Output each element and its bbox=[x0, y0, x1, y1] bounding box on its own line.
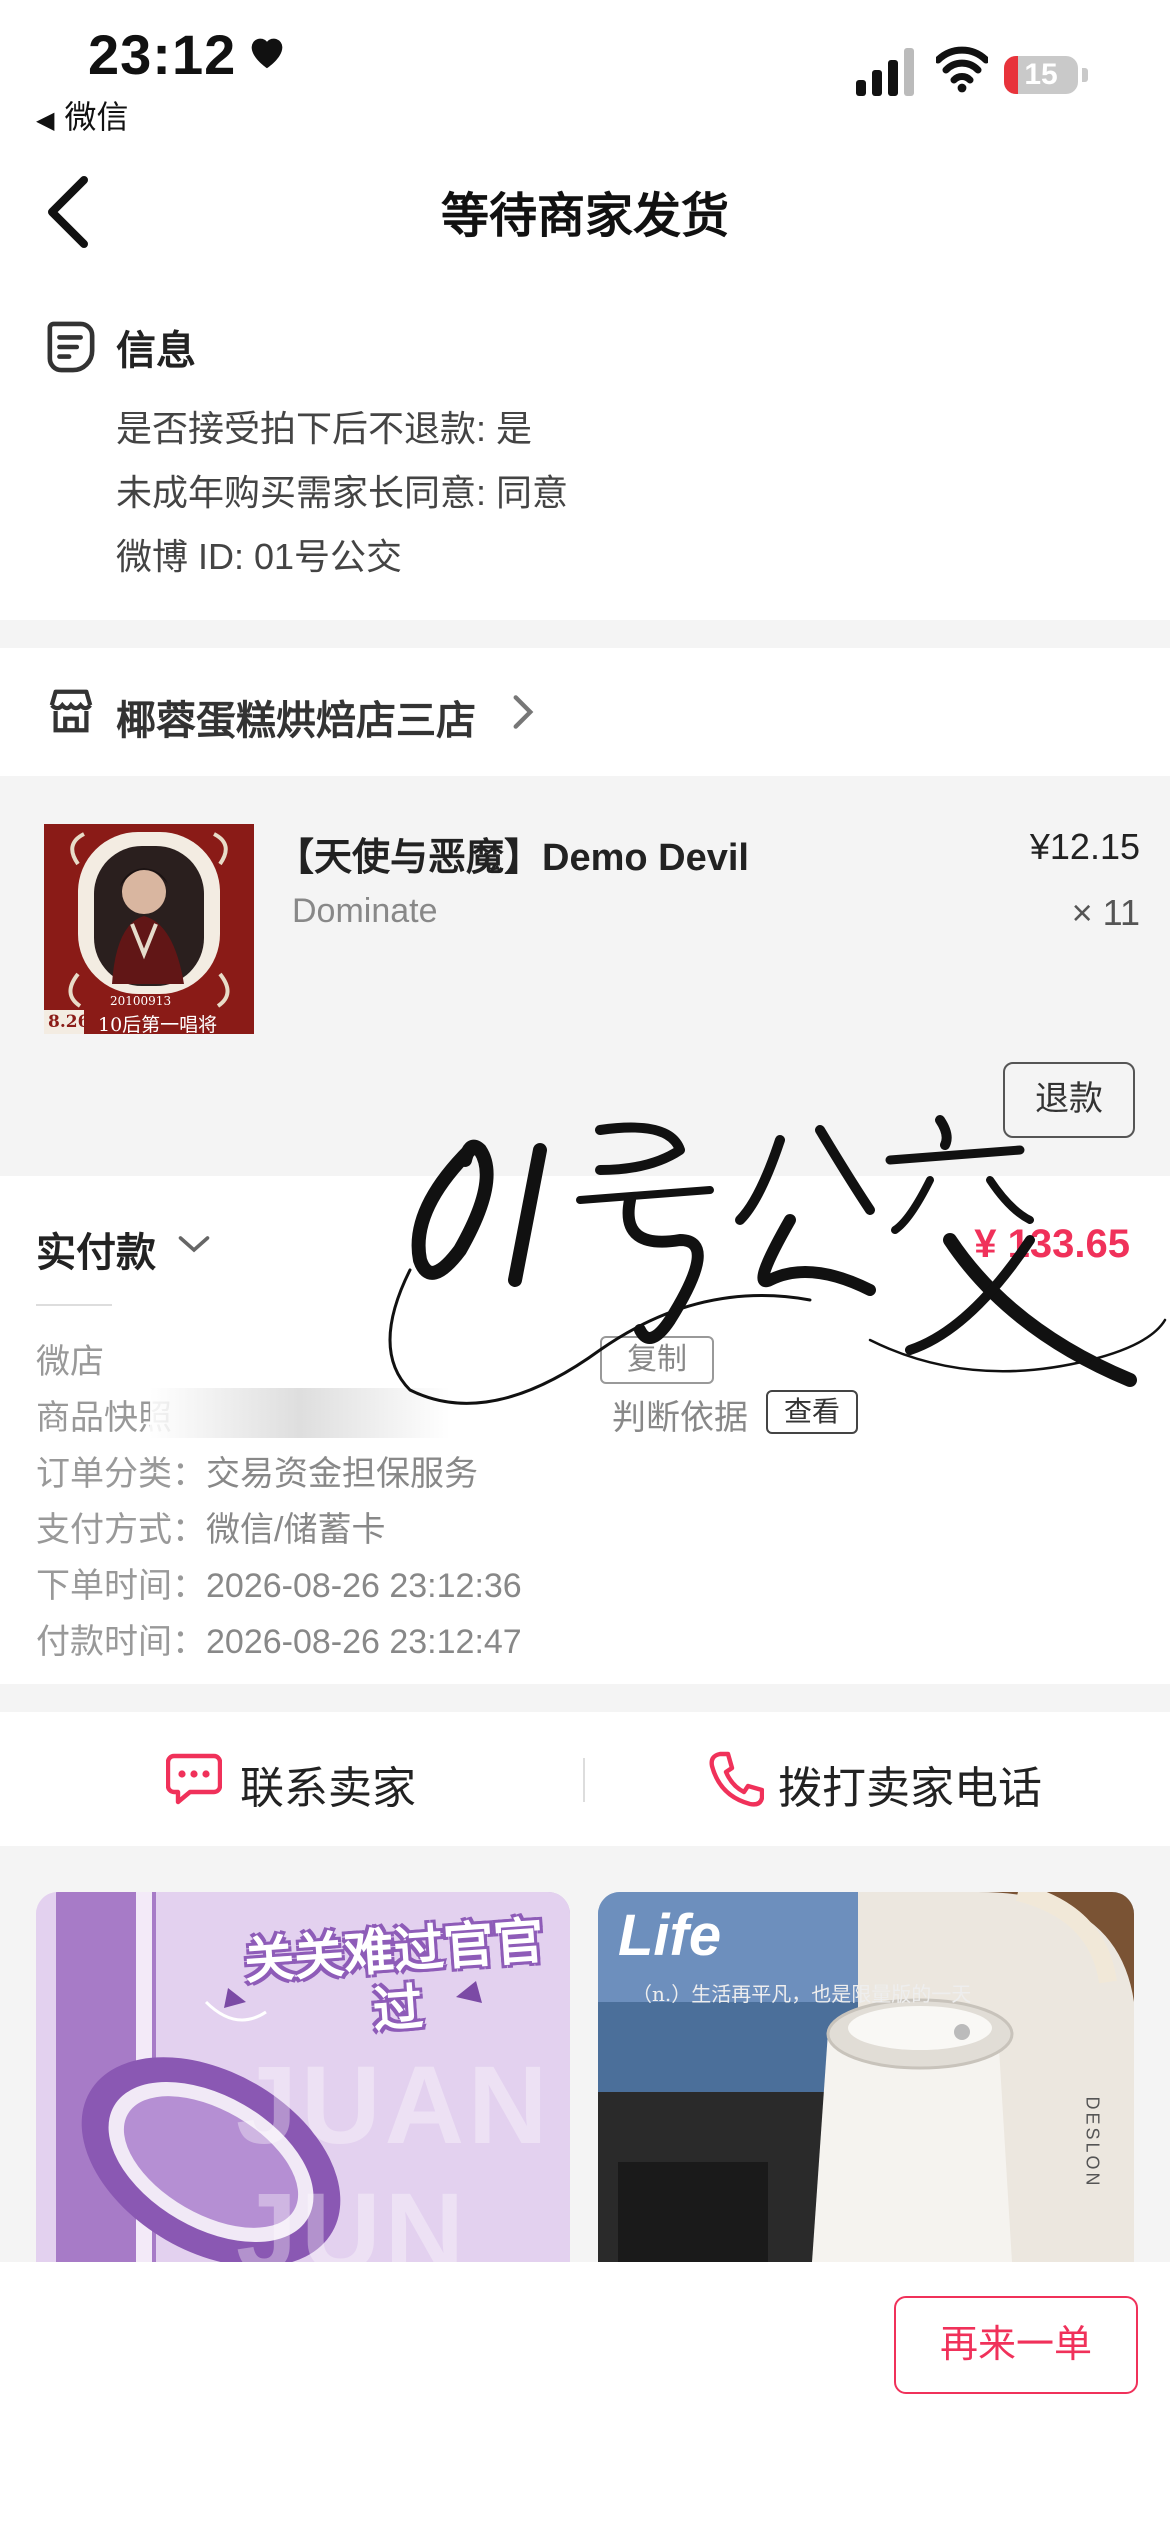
heart-icon bbox=[251, 38, 283, 69]
contact-seller-button[interactable]: 联系卖家 bbox=[240, 1752, 416, 1816]
row-key: 付款时间： bbox=[36, 1623, 206, 1661]
view-button[interactable]: 查看 bbox=[766, 1390, 858, 1434]
row-value: 2026-08-26 23:12:47 bbox=[206, 1623, 522, 1661]
row-key: 订单分类： bbox=[36, 1455, 206, 1493]
order-row-shop: 微店 bbox=[36, 1334, 104, 1383]
tape-title: 关关难过官官过 bbox=[242, 1912, 546, 2039]
redaction-blur bbox=[150, 1388, 450, 1438]
thumb-date: 8.26 bbox=[48, 1012, 90, 1032]
nav-bar: 等待商家发货 bbox=[0, 140, 1170, 280]
product-sku: Dominate bbox=[292, 892, 438, 930]
row-key: 支付方式： bbox=[36, 1511, 206, 1549]
order-row-order-time: 下单时间：2026-08-26 23:12:36 bbox=[36, 1558, 522, 1607]
thumb-small-text: 20100913 bbox=[110, 994, 172, 1008]
copy-button[interactable]: 复制 bbox=[600, 1336, 714, 1384]
note-icon bbox=[47, 321, 95, 373]
product-title: 【天使与恶魔】Demo Devil bbox=[276, 837, 749, 879]
chevron-right-icon bbox=[513, 695, 534, 729]
divider bbox=[583, 1758, 585, 1802]
paid-amount-label[interactable]: 实付款 bbox=[36, 1220, 156, 1278]
thumb-caption: 10后第一唱将 bbox=[98, 1014, 218, 1034]
recommend-card-life[interactable]: Life （n.）生活再平凡，也是限量版的一天 DESLON bbox=[598, 1892, 1134, 2262]
product-price: ¥12.15 bbox=[1029, 826, 1140, 867]
back-triangle-icon: ◀ bbox=[36, 107, 55, 134]
info-line-minor-consent: 未成年购买需家长同意: 同意 bbox=[116, 472, 569, 513]
call-seller-button[interactable]: 拨打卖家电话 bbox=[778, 1752, 1042, 1816]
info-title: 信息 bbox=[116, 329, 196, 373]
order-row-payment-method: 支付方式：微信/储蓄卡 bbox=[36, 1502, 385, 1551]
battery-level: 15 bbox=[1024, 58, 1058, 91]
payment-card: 实付款 ¥ 133.65 微店 复制 商品快照 判断依据 查看 订单分类：交易资金… bbox=[0, 1176, 1170, 1684]
recommend-card-tape[interactable]: JUAN JUN 关关难过官官过 bbox=[36, 1892, 570, 2262]
refund-button[interactable]: 退款 bbox=[1003, 1062, 1135, 1138]
chevron-down-icon[interactable] bbox=[176, 1232, 212, 1256]
contact-bar: 联系卖家 拨打卖家电话 bbox=[0, 1712, 1170, 1846]
row-key: 下单时间： bbox=[36, 1567, 206, 1605]
row-value: 微信/储蓄卡 bbox=[206, 1511, 386, 1549]
info-line-no-refund: 是否接受拍下后不退款: 是 bbox=[116, 408, 533, 449]
back-app-label: 微信 bbox=[64, 99, 129, 135]
paid-amount: ¥ 133.65 bbox=[974, 1222, 1130, 1266]
row-value: 判断依据 bbox=[612, 1399, 748, 1437]
order-row-pay-time: 付款时间：2026-08-26 23:12:47 bbox=[36, 1614, 522, 1663]
bottom-action-bar: 再来一单 bbox=[0, 2262, 1170, 2532]
info-card: 信息 是否接受拍下后不退款: 是 未成年购买需家长同意: 同意 微博 ID: 0… bbox=[0, 280, 1170, 620]
row-value: 2026-08-26 23:12:36 bbox=[206, 1567, 522, 1605]
product-quantity: × 11 bbox=[1071, 892, 1140, 933]
row-key: 微店 bbox=[36, 1343, 104, 1381]
signal-icon bbox=[856, 48, 914, 96]
product-thumbnail: 8.26 10后第一唱将 20100913 bbox=[44, 824, 254, 1034]
battery-icon: 15 bbox=[1004, 52, 1090, 100]
status-time: 23:12 bbox=[88, 23, 237, 86]
page-title: 等待商家发货 bbox=[440, 190, 729, 243]
chat-bubble-icon bbox=[166, 1753, 222, 1805]
divider bbox=[36, 1304, 112, 1306]
shop-icon bbox=[49, 689, 93, 733]
back-to-app-link[interactable]: ◀ 微信 bbox=[36, 92, 128, 138]
tape-background-text: JUAN JUN bbox=[236, 2044, 552, 2262]
life-subtitle: （n.）生活再平凡，也是限量版的一天 bbox=[632, 1982, 972, 2006]
phone-icon bbox=[709, 1751, 764, 1807]
status-bar: 23:12 ◀ 微信 15 bbox=[0, 0, 1170, 140]
brand-text: DESLON bbox=[1082, 2096, 1103, 2189]
buy-again-button[interactable]: 再来一单 bbox=[894, 2296, 1138, 2394]
life-title: Life bbox=[618, 1903, 722, 1968]
info-line-weibo-id: 微博 ID: 01号公交 bbox=[116, 536, 403, 577]
product-item[interactable]: 8.26 10后第一唱将 20100913 【天使与恶魔】Demo Devil … bbox=[0, 776, 1170, 1176]
shop-header[interactable]: 椰蓉蛋糕烘焙店三店 bbox=[0, 648, 1170, 776]
wifi-icon bbox=[936, 46, 988, 93]
shop-name: 椰蓉蛋糕烘焙店三店 bbox=[116, 699, 476, 743]
order-row-category: 订单分类：交易资金担保服务 bbox=[36, 1446, 478, 1495]
row-value: 交易资金担保服务 bbox=[206, 1455, 478, 1493]
